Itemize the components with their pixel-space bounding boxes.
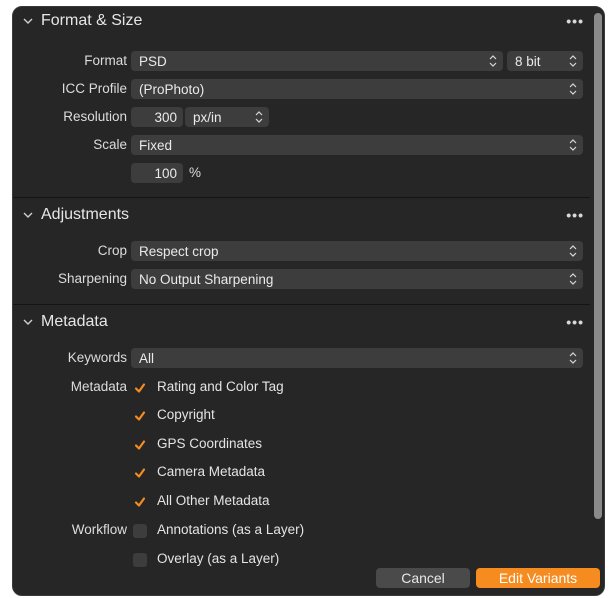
section-header-adjustments[interactable]: Adjustments ••• xyxy=(13,201,590,229)
checkmark-icon xyxy=(134,383,146,393)
export-settings-panel: Format & Size ••• Format PSD 8 bit ICC P… xyxy=(12,6,605,596)
keywords-select[interactable]: All xyxy=(131,348,583,368)
crop-label: Crop xyxy=(97,243,127,258)
updown-arrows-icon xyxy=(255,110,263,124)
checkbox-camera-metadata[interactable] xyxy=(133,466,147,480)
scale-value: Fixed xyxy=(139,137,173,153)
metadata-label: Metadata xyxy=(70,379,127,394)
workflow-label: Workflow xyxy=(71,522,127,537)
updown-arrows-icon xyxy=(489,54,497,68)
checkbox-overlay-layer[interactable] xyxy=(133,553,147,567)
sharpening-label: Sharpening xyxy=(57,271,127,286)
icc-profile-label: ICC Profile xyxy=(61,81,127,96)
updown-arrows-icon xyxy=(569,138,577,152)
updown-arrows-icon xyxy=(569,351,577,365)
section-title: Format & Size xyxy=(41,12,143,29)
cancel-button[interactable]: Cancel xyxy=(376,568,470,588)
checkbox-label: Copyright xyxy=(157,407,215,422)
checkbox-annotations-layer[interactable] xyxy=(133,524,147,538)
checkbox-label: Annotations (as a Layer) xyxy=(157,522,305,537)
format-select[interactable]: PSD xyxy=(131,51,503,71)
section-title: Adjustments xyxy=(41,206,130,223)
checkbox-label: All Other Metadata xyxy=(157,493,270,508)
bit-depth-value: 8 bit xyxy=(515,53,541,69)
section-title: Metadata xyxy=(41,313,108,330)
resolution-input[interactable]: 300 xyxy=(131,107,183,127)
checkbox-label: Camera Metadata xyxy=(157,464,266,479)
section-divider xyxy=(13,304,590,305)
checkbox-all-other-metadata[interactable] xyxy=(133,495,147,509)
resolution-unit-select[interactable]: px/in xyxy=(185,107,269,127)
resolution-unit-value: px/in xyxy=(193,109,222,125)
checkbox-gps-coordinates[interactable] xyxy=(133,438,147,452)
chevron-down-icon[interactable] xyxy=(23,16,33,26)
keywords-value: All xyxy=(139,350,155,366)
section-divider xyxy=(13,197,590,198)
updown-arrows-icon xyxy=(569,244,577,258)
updown-arrows-icon xyxy=(569,54,577,68)
checkmark-icon xyxy=(134,497,146,507)
format-value: PSD xyxy=(139,53,167,69)
more-icon[interactable]: ••• xyxy=(566,207,584,223)
checkbox-copyright[interactable] xyxy=(133,409,147,423)
checkbox-label: Rating and Color Tag xyxy=(157,379,284,394)
chevron-down-icon[interactable] xyxy=(23,210,33,220)
more-icon[interactable]: ••• xyxy=(566,314,584,330)
scale-select[interactable]: Fixed xyxy=(131,135,583,155)
bit-depth-select[interactable]: 8 bit xyxy=(507,51,583,71)
section-header-metadata[interactable]: Metadata ••• xyxy=(13,308,590,336)
updown-arrows-icon xyxy=(569,82,577,96)
chevron-down-icon[interactable] xyxy=(23,317,33,327)
checkmark-icon xyxy=(134,411,146,421)
more-icon[interactable]: ••• xyxy=(566,13,584,29)
sharpening-value: No Output Sharpening xyxy=(139,271,274,287)
scale-label: Scale xyxy=(93,137,127,152)
edit-variants-button[interactable]: Edit Variants xyxy=(476,568,600,588)
crop-value: Respect crop xyxy=(139,243,219,259)
checkbox-rating-color-tag[interactable] xyxy=(133,381,147,395)
settings-scroll-area[interactable]: Format & Size ••• Format PSD 8 bit ICC P… xyxy=(13,7,604,595)
percent-unit: % xyxy=(189,165,202,180)
checkmark-icon xyxy=(134,440,146,450)
keywords-label: Keywords xyxy=(67,350,127,365)
checkbox-label: Overlay (as a Layer) xyxy=(157,551,280,566)
resolution-label: Resolution xyxy=(63,109,127,124)
format-label: Format xyxy=(84,53,127,68)
sharpening-select[interactable]: No Output Sharpening xyxy=(131,269,583,289)
icc-profile-select[interactable]: (ProPhoto) xyxy=(131,79,583,99)
scale-percent-input[interactable]: 100 xyxy=(131,163,183,183)
section-header-format-size[interactable]: Format & Size ••• xyxy=(13,7,590,35)
checkbox-label: GPS Coordinates xyxy=(157,436,263,451)
updown-arrows-icon xyxy=(569,272,577,286)
checkmark-icon xyxy=(134,468,146,478)
vertical-scrollbar[interactable] xyxy=(594,13,602,519)
crop-select[interactable]: Respect crop xyxy=(131,241,583,261)
icc-profile-value: (ProPhoto) xyxy=(139,81,205,97)
